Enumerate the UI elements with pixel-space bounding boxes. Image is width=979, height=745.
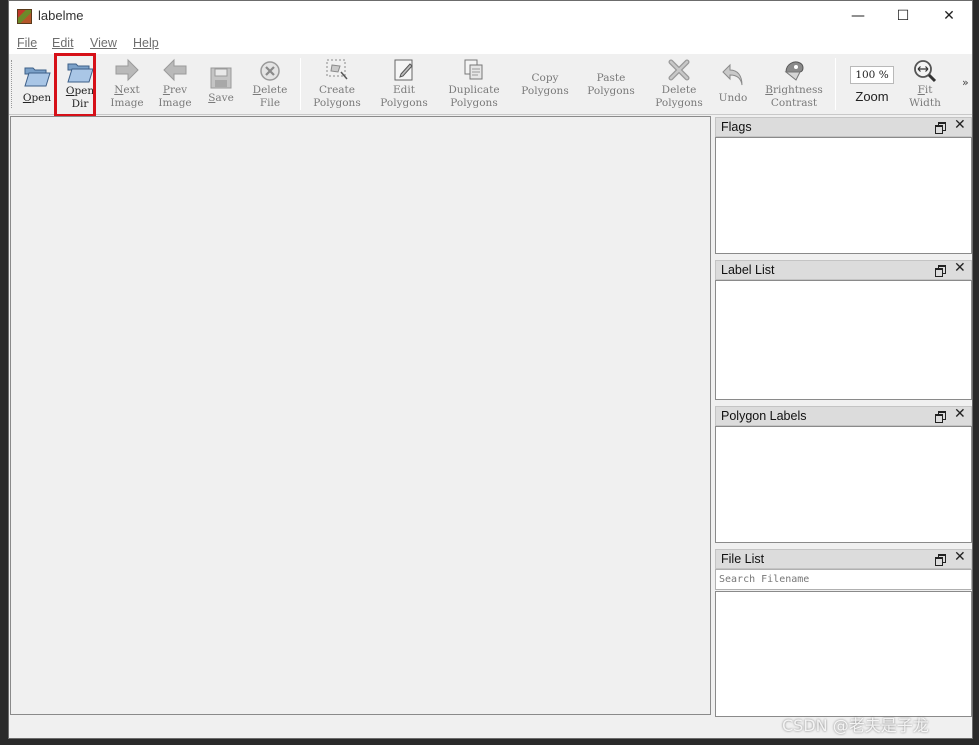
- fit-width-button[interactable]: Fit Width: [905, 54, 945, 114]
- toolbar-overflow-chevron[interactable]: »: [962, 76, 969, 89]
- save-button[interactable]: Save: [201, 54, 241, 114]
- menu-bar: File Edit View Help: [9, 32, 972, 54]
- close-window-button[interactable]: ✕: [926, 1, 972, 32]
- brightness-contrast-label: Brightness Contrast: [765, 84, 823, 109]
- dock-float-icon[interactable]: [935, 411, 946, 423]
- folder-open-icon: [24, 67, 51, 87]
- paste-polygons-label: Paste Polygons: [587, 72, 635, 97]
- toolbar-grip[interactable]: [11, 60, 14, 108]
- menu-view[interactable]: View: [90, 36, 117, 50]
- menu-edit[interactable]: Edit: [52, 36, 74, 50]
- pencil-doc-icon: [394, 59, 413, 81]
- undo-button[interactable]: Undo: [713, 54, 753, 114]
- file-list-dock: File List ✕: [715, 549, 972, 717]
- save-label: Save: [208, 92, 234, 104]
- duplicate-polygons-label: Duplicate Polygons: [448, 84, 500, 109]
- menu-help[interactable]: Help: [133, 36, 159, 50]
- menu-view-label: View: [90, 36, 117, 50]
- polygon-labels-dock-header[interactable]: Polygon Labels ✕: [715, 406, 972, 426]
- floppy-disk-icon: [210, 67, 232, 89]
- open-dir-highlight-box: [54, 53, 96, 117]
- maximize-button[interactable]: ☐: [880, 1, 926, 32]
- label-list-dock-header[interactable]: Label List ✕: [715, 260, 972, 280]
- menu-file-label: File: [17, 36, 38, 50]
- label-list-dock-title: Label List: [721, 263, 775, 277]
- flags-list[interactable]: [715, 137, 972, 254]
- zoom-fit-icon: [914, 60, 937, 83]
- polygon-labels-list[interactable]: [715, 426, 972, 543]
- toolbar-separator: [300, 58, 301, 110]
- prev-image-label: Prev Image: [158, 84, 192, 109]
- duplicate-polygons-button[interactable]: Duplicate Polygons: [439, 54, 509, 114]
- file-list-dock-title: File List: [721, 552, 765, 566]
- toolbar: Open Open Dir Next Image Prev Image Save…: [9, 53, 972, 117]
- duplicate-icon: [464, 59, 483, 80]
- delete-polygons-label: Delete Polygons: [655, 84, 703, 109]
- menu-edit-label: Edit: [52, 36, 74, 50]
- desktop-left-edge: [0, 0, 8, 745]
- image-canvas[interactable]: [10, 116, 711, 715]
- dock-close-icon[interactable]: ✕: [954, 549, 966, 565]
- window-title: labelme: [38, 8, 84, 23]
- copy-polygons-button[interactable]: Copy Polygons: [513, 54, 577, 114]
- prev-image-button[interactable]: Prev Image: [155, 54, 195, 114]
- label-list-dock: Label List ✕: [715, 260, 972, 401]
- dock-float-icon[interactable]: [935, 265, 946, 277]
- search-filename-input[interactable]: [715, 569, 972, 590]
- copy-polygons-label: Copy Polygons: [521, 72, 569, 97]
- minimize-button[interactable]: —: [835, 1, 881, 32]
- flags-dock-title: Flags: [721, 120, 752, 134]
- open-label: Open: [22, 92, 52, 104]
- title-bar[interactable]: labelme — ☐ ✕: [9, 1, 972, 32]
- open-button[interactable]: Open: [17, 54, 57, 114]
- circle-x-icon: [260, 61, 280, 81]
- edit-polygons-label: Edit Polygons: [380, 84, 428, 109]
- next-image-label: Next Image: [110, 84, 144, 109]
- watermark-text: CSDN @老夫是子龙: [782, 716, 929, 735]
- arrow-right-icon: [115, 58, 139, 82]
- dock-float-icon[interactable]: [935, 122, 946, 134]
- menu-file[interactable]: File: [17, 36, 37, 50]
- polygon-create-icon: [326, 59, 348, 80]
- dock-close-icon[interactable]: ✕: [954, 406, 966, 422]
- labelme-app-icon: [17, 9, 32, 24]
- paste-polygons-button[interactable]: Paste Polygons: [579, 54, 643, 114]
- brightness-contrast-button[interactable]: Brightness Contrast: [759, 54, 829, 114]
- dock-close-icon[interactable]: ✕: [954, 117, 966, 133]
- fit-width-label: Fit Width: [909, 84, 941, 109]
- undo-label: Undo: [718, 92, 748, 104]
- brightness-icon: [784, 61, 804, 81]
- edit-polygons-button[interactable]: Edit Polygons: [375, 54, 433, 114]
- delete-polygons-button[interactable]: Delete Polygons: [647, 54, 711, 114]
- polygon-labels-dock-title: Polygon Labels: [721, 409, 807, 423]
- flags-dock: Flags ✕: [715, 117, 972, 255]
- polygon-labels-dock: Polygon Labels ✕: [715, 406, 972, 544]
- menu-help-label: Help: [133, 36, 159, 50]
- toolbar-separator: [835, 58, 836, 110]
- zoom-label: Zoom: [855, 89, 889, 104]
- desktop-bottom-edge: [0, 739, 979, 745]
- zoom-spinbox[interactable]: [850, 66, 894, 84]
- big-x-icon: [668, 59, 690, 81]
- flags-dock-header[interactable]: Flags ✕: [715, 117, 972, 137]
- create-polygons-label: Create Polygons: [313, 84, 361, 109]
- next-image-button[interactable]: Next Image: [107, 54, 147, 114]
- delete-file-label: Delete File: [252, 84, 288, 109]
- file-list-dock-header[interactable]: File List ✕: [715, 549, 972, 569]
- dock-float-icon[interactable]: [935, 554, 946, 566]
- create-polygons-button[interactable]: Create Polygons: [307, 54, 367, 114]
- delete-file-button[interactable]: Delete File: [247, 54, 293, 114]
- label-list[interactable]: [715, 280, 972, 400]
- desktop-right-edge: [973, 0, 979, 745]
- labelme-window: labelme — ☐ ✕ File Edit View Help Open O…: [8, 0, 973, 739]
- file-list[interactable]: [715, 591, 972, 717]
- dock-close-icon[interactable]: ✕: [954, 260, 966, 276]
- arrow-left-icon: [163, 58, 187, 82]
- undo-arrow-icon: [722, 63, 743, 86]
